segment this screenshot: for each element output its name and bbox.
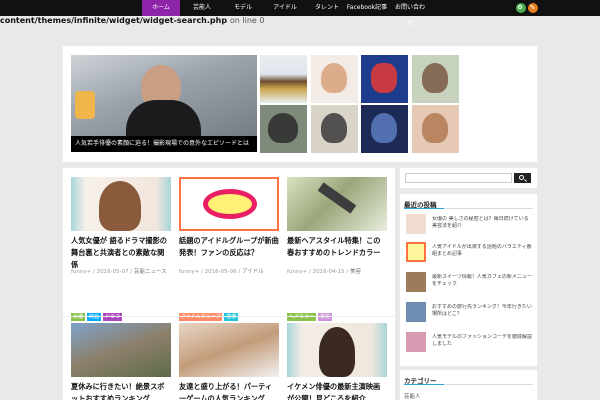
article-title[interactable]: 人気女優が 語るドラマ撮影の舞台裏と共演者との素敵な関係 xyxy=(71,235,171,271)
tag[interactable]: 映画 xyxy=(87,313,102,321)
search-icon[interactable] xyxy=(516,3,526,13)
sidebar-search xyxy=(400,168,537,188)
widget-rule xyxy=(404,208,533,209)
article-category[interactable]: アイドル xyxy=(242,269,264,275)
warning-location: on line 0 xyxy=(229,16,265,25)
nav-item-celebrities[interactable]: 芸能人 xyxy=(184,0,220,16)
row-divider xyxy=(63,316,395,317)
article-author: funny+ xyxy=(71,269,92,275)
recent-post[interactable]: 人気モデルのファッションコーデを徹底解説しました xyxy=(406,332,533,354)
recent-post-title[interactable]: 人気モデルのファッションコーデを徹底解説しました xyxy=(432,334,532,348)
article-meta: funny+ / 2016-05-06 / アイドル xyxy=(179,269,264,275)
nav-item-talent[interactable]: タレント xyxy=(310,0,344,16)
tag[interactable]: ドラマ xyxy=(103,313,123,321)
article-tags: ヘアカラー 美容 xyxy=(287,313,334,322)
featured-thumb[interactable] xyxy=(311,55,358,103)
recent-post-title[interactable]: 最新スイーツ情報！人気カフェの新メニューをチェック xyxy=(432,274,532,288)
article-card: 最新ヘアスタイル特集！この春おすすめのトレンドカラー funny+ / 2016… xyxy=(287,177,387,321)
article-thumbnail[interactable] xyxy=(287,323,387,377)
article-thumbnail[interactable] xyxy=(287,177,387,231)
nav-item-home[interactable]: ホーム xyxy=(142,0,180,16)
nav-item-facebook[interactable]: Facebook記事 xyxy=(346,0,388,16)
article-tags: 女優 映画 ドラマ xyxy=(71,313,124,322)
article-category[interactable]: 芸能ニュース xyxy=(134,269,167,275)
recent-posts-widget: 最近の投稿 女優の 美しさの秘密とは？毎日続けている美容法を紹介 人気アイドルが… xyxy=(400,194,537,366)
tag[interactable]: 女優 xyxy=(71,313,86,321)
article-author: funny+ xyxy=(179,269,200,275)
article-title[interactable]: 最新ヘアスタイル特集！この春おすすめのトレンドカラー xyxy=(287,235,387,259)
article-date: 2016-05-06 xyxy=(204,269,237,275)
article-thumbnail[interactable] xyxy=(71,323,171,377)
featured-thumb[interactable] xyxy=(361,55,408,103)
recent-post-title[interactable]: 人気アイドルが出演する話題のバラエティ番組まとめ記事 xyxy=(432,244,532,258)
featured-thumb[interactable] xyxy=(260,55,307,103)
search-button[interactable] xyxy=(514,173,531,183)
widget-rule xyxy=(404,384,533,385)
recent-post-title[interactable]: おすすめの旅行先ランキング！今年行きたい場所はどこ？ xyxy=(432,304,532,318)
article-date: 2016-05-07 xyxy=(96,269,129,275)
featured-thumb[interactable] xyxy=(311,105,358,153)
article-meta: funny+ / 2016-05-07 / 芸能ニュース xyxy=(71,269,167,275)
featured-thumb[interactable] xyxy=(361,105,408,153)
article-date: 2016-04-15 xyxy=(312,269,345,275)
article-thumbnail[interactable] xyxy=(179,177,279,231)
article-title[interactable]: イケメン俳優の最新主演映画が公開！見どころを紹介 xyxy=(287,381,387,400)
article-grid: 人気女優が 語るドラマ撮影の舞台裏と共演者との素敵な関係 funny+ / 20… xyxy=(63,168,395,400)
tag[interactable]: 音楽 xyxy=(224,313,239,321)
article-card: 夏休みに行きたい！絶景スポットおすすめランキング xyxy=(71,323,171,400)
category-item[interactable]: 芸能人 xyxy=(404,392,533,400)
search-icon xyxy=(519,175,524,180)
tag[interactable]: アイドルグループ xyxy=(179,313,223,321)
article-card: イケメン俳優の最新主演映画が公開！見どころを紹介 xyxy=(287,323,387,400)
featured-thumb[interactable] xyxy=(412,105,459,153)
top-navigation: ホーム 芸能人 モデル アイドル タレント Facebook記事 お問い合わせ xyxy=(0,0,600,27)
article-tags: アイドルグループ 音楽 xyxy=(179,313,240,322)
article-title[interactable]: 夏休みに行きたい！絶景スポットおすすめランキング xyxy=(71,381,171,400)
nav-item-contact[interactable]: お問い合わせ xyxy=(394,0,426,27)
featured-thumb[interactable] xyxy=(412,55,459,103)
nav-item-idols[interactable]: アイドル xyxy=(266,0,304,16)
article-thumbnail[interactable] xyxy=(179,323,279,377)
recent-post[interactable]: 女優の 美しさの秘密とは？毎日続けている美容法を紹介 xyxy=(406,214,533,236)
recent-post-title[interactable]: 女優の 美しさの秘密とは？毎日続けている美容法を紹介 xyxy=(432,216,532,230)
nav-item-models[interactable]: モデル xyxy=(226,0,260,16)
recent-post[interactable]: 最新スイーツ情報！人気カフェの新メニューをチェック xyxy=(406,272,533,294)
categories-widget: カテゴリー 芸能人 xyxy=(400,370,537,400)
tag[interactable]: ヘアカラー xyxy=(287,313,317,321)
article-meta: funny+ / 2016-04-15 / 美容 xyxy=(287,269,361,275)
featured-thumb[interactable] xyxy=(260,105,307,153)
article-card: 話題のアイドルグループが新曲発表！ファンの反応は？ funny+ / 2016-… xyxy=(179,177,279,321)
rss-icon[interactable] xyxy=(528,3,538,13)
recent-post[interactable]: おすすめの旅行先ランキング！今年行きたい場所はどこ？ xyxy=(406,302,533,324)
article-thumbnail[interactable] xyxy=(71,177,171,231)
php-warning: content/themes/infinite/widget/widget-se… xyxy=(0,16,264,26)
article-author: funny+ xyxy=(287,269,308,275)
featured-panel: 人気若手俳優の素顔に迫る！撮影現場での意外なエピソードとは xyxy=(63,46,537,162)
tag[interactable]: 美容 xyxy=(318,313,333,321)
article-card: 人気女優が 語るドラマ撮影の舞台裏と共演者との素敵な関係 funny+ / 20… xyxy=(71,177,171,321)
article-title[interactable]: 友達と盛り上がる！パーティーゲームの人気ランキング xyxy=(179,381,279,400)
article-category[interactable]: 美容 xyxy=(350,269,361,275)
featured-caption[interactable]: 人気若手俳優の素顔に迫る！撮影現場での意外なエピソードとは xyxy=(71,136,257,152)
recent-post[interactable]: 人気アイドルが出演する話題のバラエティ番組まとめ記事 xyxy=(406,242,533,264)
search-input[interactable] xyxy=(405,173,512,183)
article-card: 友達と盛り上がる！パーティーゲームの人気ランキング xyxy=(179,323,279,400)
article-title[interactable]: 話題のアイドルグループが新曲発表！ファンの反応は？ xyxy=(179,235,279,259)
warning-path: content/themes/infinite/widget/widget-se… xyxy=(0,16,228,25)
